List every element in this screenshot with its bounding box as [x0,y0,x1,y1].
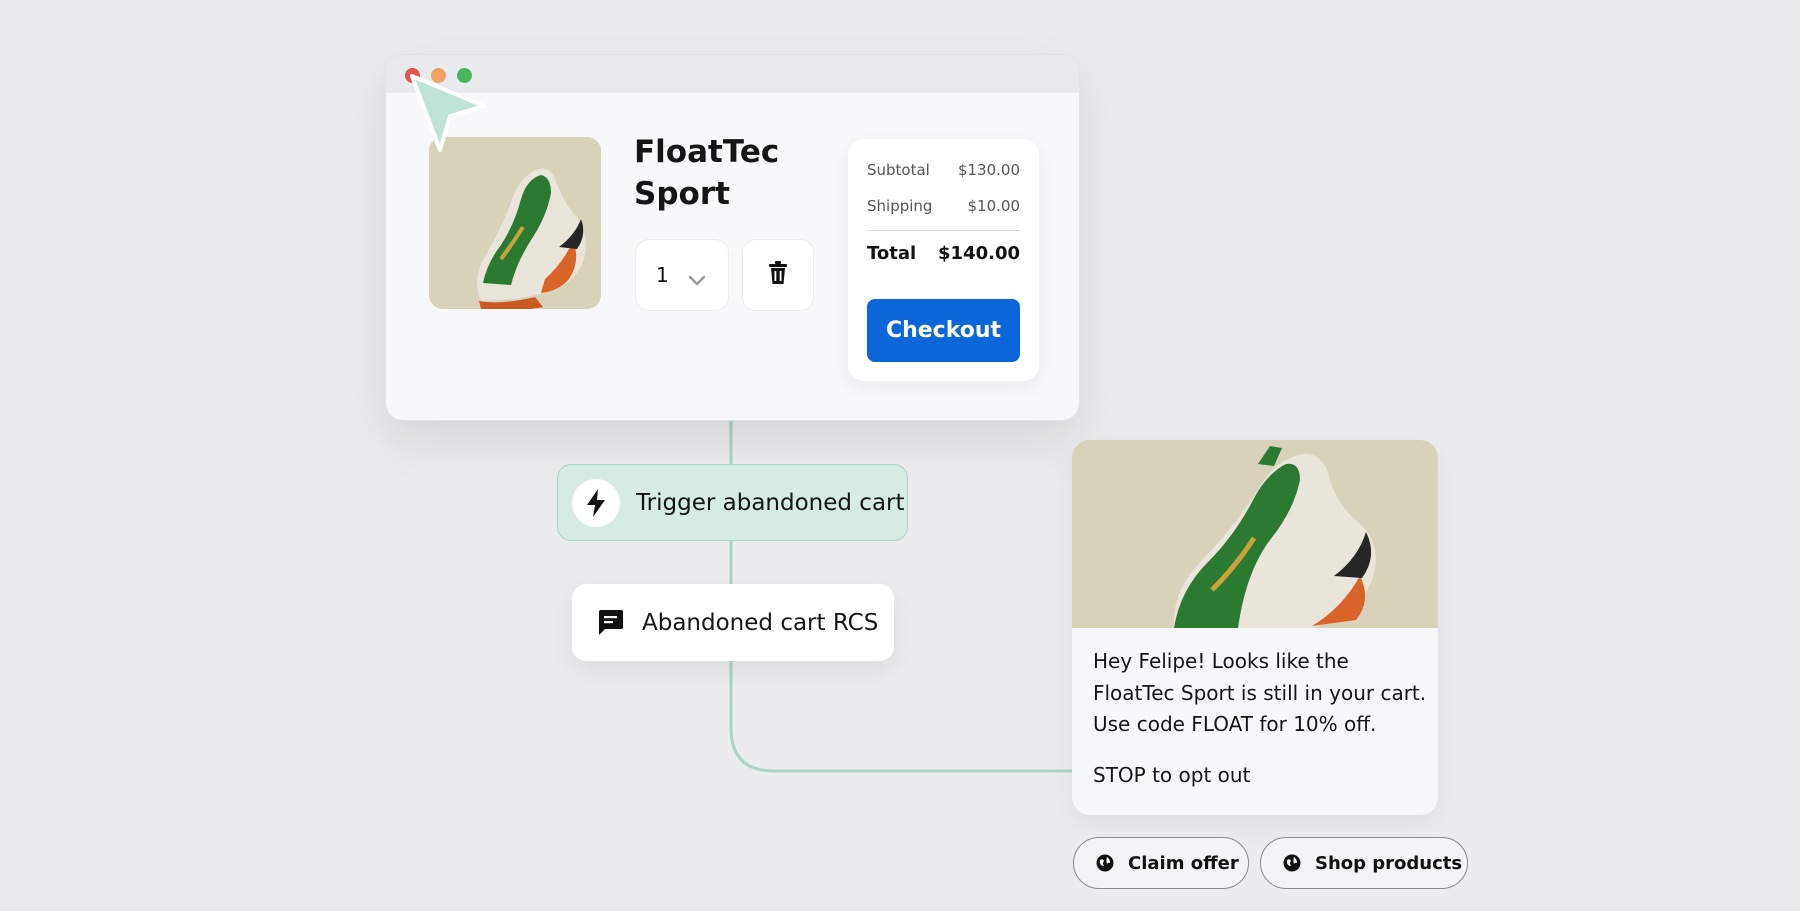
trigger-label: Trigger abandoned cart [636,489,905,516]
rcs-label: Abandoned cart RCS [642,609,879,636]
rcs-message-card: Hey Felipe! Looks like the FloatTec Spor… [1072,440,1438,815]
claim-offer-button[interactable]: Claim offer [1073,837,1249,889]
shipping-label: Shipping [867,197,933,215]
total-label: Total [867,243,917,264]
subtotal-value: $130.00 [957,161,1020,179]
total-value: $140.00 [938,243,1020,264]
message-opt-out: STOP to opt out [1093,763,1251,787]
product-title: FloatTec Sport [634,134,780,212]
shipping-value: $10.00 [967,197,1021,215]
checkout-button[interactable]: Checkout [867,299,1020,362]
total-row: Total $140.00 [867,243,1020,264]
message-body: Hey Felipe! Looks like the FloatTec Spor… [1093,649,1427,736]
shop-products-label: Shop products [1315,852,1463,874]
order-summary: Subtotal $130.00 Shipping $10.00 Total $… [848,139,1039,381]
message-image [1072,440,1438,628]
claim-offer-label: Claim offer [1128,852,1239,874]
shop-products-button[interactable]: Shop products [1260,837,1468,889]
globe-icon [1283,854,1301,872]
product-image [429,137,601,309]
trigger-abandoned-cart-node[interactable]: Trigger abandoned cart [557,464,908,541]
trash-icon [768,261,788,289]
subtotal-label: Subtotal [867,161,930,179]
mouse-cursor-icon [410,74,486,152]
chat-bubble-icon [594,607,626,639]
subtotal-row: Subtotal $130.00 [867,161,1020,179]
quantity-value: 1 [656,263,669,287]
shipping-row: Shipping $10.00 [867,197,1020,215]
chevron-down-icon [688,268,706,292]
summary-divider [867,230,1020,231]
sneaker-image [429,137,601,309]
remove-item-button[interactable] [742,239,814,311]
sneaker-image [1072,440,1438,628]
globe-icon [1096,854,1114,872]
quantity-select[interactable]: 1 [635,239,729,311]
lightning-icon [572,478,620,527]
abandoned-cart-rcs-node[interactable]: Abandoned cart RCS [572,584,894,661]
